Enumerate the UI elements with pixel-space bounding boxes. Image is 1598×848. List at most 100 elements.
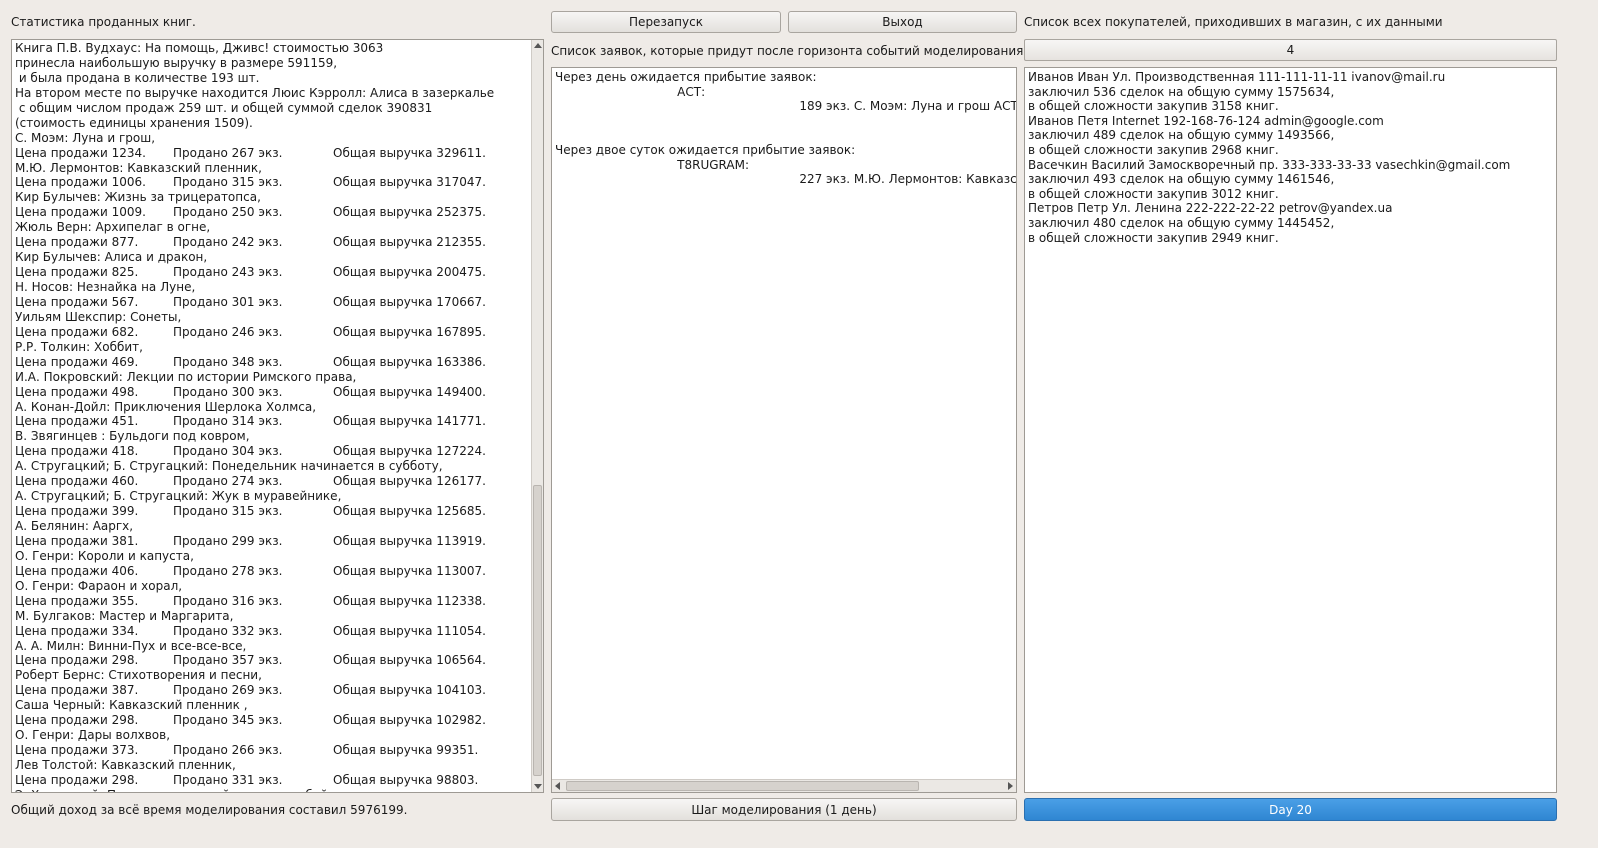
- stats-vertical-scrollbar[interactable]: [531, 40, 543, 792]
- orders-scroll-thumb[interactable]: [566, 781, 919, 791]
- book-title: С. Моэм: Луна и грош,: [15, 130, 156, 145]
- book-revenue: Общая выручка 98803.: [333, 772, 479, 787]
- book-sold: Продано 316 экз.: [173, 593, 283, 608]
- book-title: А. Конан-Дойл: Приключения Шерлока Холмс…: [15, 399, 317, 414]
- book-title: Саша Черный: Кавказский пленник ,: [15, 698, 248, 713]
- book-sold: Продано 315 экз.: [173, 175, 283, 190]
- book-price: Цена продажи 418.: [15, 444, 139, 459]
- book-revenue: Общая выручка 329611.: [333, 145, 486, 160]
- book-price: Цена продажи 825.: [15, 265, 139, 280]
- book-stats-row: Цена продажи 387. Продано 269 экз. Общая в…: [15, 683, 494, 698]
- restart-button[interactable]: Перезапуск: [551, 11, 781, 33]
- scroll-up-icon[interactable]: [534, 43, 542, 48]
- book-sold: Продано 269 экз.: [173, 683, 283, 698]
- book-price: Цена продажи 1006.: [15, 175, 146, 190]
- book-sold: Продано 300 экз.: [173, 384, 283, 399]
- book-price: Цена продажи 298.: [15, 772, 139, 787]
- book-stats-row: Цена продажи 406. Продано 278 экз. Общая в…: [15, 564, 494, 579]
- book-sold: Продано 278 экз.: [173, 563, 283, 578]
- book-title: О. Генри: Дары волхвов,: [15, 728, 171, 743]
- book-stats-row: Цена продажи 1009. Продано 250 экз. Общая …: [15, 205, 494, 220]
- stats-intro-line: с общим числом продаж 259 шт. и общей су…: [15, 100, 433, 115]
- book-price: Цена продажи 381.: [15, 533, 139, 548]
- book-sold: Продано 332 экз.: [173, 623, 283, 638]
- book-sold: Продано 267 экз.: [173, 145, 283, 160]
- exit-button[interactable]: Выход: [788, 11, 1017, 33]
- step-button[interactable]: Шаг моделирования (1 день): [551, 798, 1017, 821]
- book-sold: Продано 301 экз.: [173, 294, 283, 309]
- book-sold: Продано 314 экз.: [173, 414, 283, 429]
- book-revenue: Общая выручка 252375.: [333, 205, 486, 220]
- book-stats-row: Цена продажи 1234. Продано 267 экз. Общая …: [15, 146, 494, 161]
- book-sold: Продано 357 экз.: [173, 653, 283, 668]
- book-stats-row: Цена продажи 334. Продано 332 экз. Общая в…: [15, 624, 494, 639]
- book-price: Цена продажи 334.: [15, 623, 139, 638]
- book-revenue: Общая выручка 99351.: [333, 743, 479, 758]
- stats-last-line: Э. Хемингуэй: Праздник, который всегда с…: [15, 788, 494, 792]
- book-title: М. Булгаков: Мастер и Маргарита,: [15, 608, 234, 623]
- book-title: Роберт Бернс: Стихотворения и песни,: [15, 668, 262, 683]
- book-price: Цена продажи 298.: [15, 713, 139, 728]
- stats-text: Книга П.В. Вудхаус: На помощь, Дживс! ст…: [15, 41, 494, 792]
- book-sold: Продано 246 экз.: [173, 324, 283, 339]
- book-price: Цена продажи 298.: [15, 653, 139, 668]
- book-title: Н. Носов: Незнайка на Луне,: [15, 280, 196, 294]
- book-revenue: Общая выручка 111054.: [333, 623, 486, 638]
- stats-intro-line: и была продана в количестве 193 шт.: [15, 70, 260, 85]
- orders-horizontal-scrollbar[interactable]: [552, 779, 1016, 792]
- book-sold: Продано 299 экз.: [173, 533, 283, 548]
- book-stats-row: Цена продажи 298. Продано 331 экз. Общая в…: [15, 773, 494, 788]
- book-price: Цена продажи 877.: [15, 235, 139, 250]
- stats-intro-line: Книга П.В. Вудхаус: На помощь, Дживс! ст…: [15, 41, 384, 55]
- book-price: Цена продажи 1234.: [15, 145, 146, 160]
- book-price: Цена продажи 387.: [15, 683, 139, 698]
- book-price: Цена продажи 1009.: [15, 205, 146, 220]
- book-revenue: Общая выручка 200475.: [333, 265, 486, 280]
- book-stats-row: Цена продажи 498. Продано 300 экз. Общая в…: [15, 385, 494, 400]
- book-stats-row: Цена продажи 469. Продано 348 экз. Общая в…: [15, 355, 494, 370]
- book-title: В. Звягинцев : Бульдоги под ковром,: [15, 429, 250, 444]
- book-title: И.А. Покровский: Лекции по истории Римск…: [15, 369, 357, 384]
- scroll-left-icon[interactable]: [555, 782, 560, 790]
- book-stats-row: Цена продажи 418. Продано 304 экз. Общая в…: [15, 444, 494, 459]
- scroll-right-icon[interactable]: [1008, 782, 1013, 790]
- book-title: А. Стругацкий; Б. Стругацкий: Понедельни…: [15, 459, 443, 474]
- book-revenue: Общая выручка 163386.: [333, 354, 486, 369]
- book-title: О. Генри: Фараон и хорал,: [15, 578, 183, 593]
- book-revenue: Общая выручка 317047.: [333, 175, 486, 190]
- customer-id-field[interactable]: 4: [1024, 39, 1557, 61]
- stats-text-panel[interactable]: Книга П.В. Вудхаус: На помощь, Дживс! ст…: [11, 39, 544, 793]
- book-revenue: Общая выручка 167895.: [333, 324, 486, 339]
- book-title: Кир Булычев: Жизнь за трицератопса,: [15, 190, 261, 205]
- book-stats-row: Цена продажи 451. Продано 314 экз. Общая в…: [15, 414, 494, 429]
- book-title: Р.Р. Толкин: Хоббит,: [15, 339, 143, 354]
- book-stats-row: Цена продажи 460. Продано 274 экз. Общая в…: [15, 474, 494, 489]
- customers-text-panel[interactable]: Иванов Иван Ул. Производственная 111-111…: [1024, 67, 1557, 793]
- book-title: М.Ю. Лермонтов: Кавказский пленник,: [15, 160, 262, 175]
- book-revenue: Общая выручка 113919.: [333, 533, 486, 548]
- total-income-text: Общий доход за всё время моделирования с…: [11, 803, 408, 817]
- book-price: Цена продажи 399.: [15, 504, 139, 519]
- book-revenue: Общая выручка 127224.: [333, 444, 486, 459]
- book-sold: Продано 345 экз.: [173, 713, 283, 728]
- book-sold: Продано 266 экз.: [173, 743, 283, 758]
- orders-text-panel[interactable]: Через день ожидается прибытие заявок: АС…: [551, 67, 1017, 793]
- stats-scroll-thumb[interactable]: [533, 485, 542, 776]
- book-revenue: Общая выручка 149400.: [333, 384, 486, 399]
- stats-label: Статистика проданных книг.: [11, 15, 196, 29]
- book-title: О. Генри: Короли и капуста,: [15, 548, 194, 563]
- book-price: Цена продажи 460.: [15, 474, 139, 489]
- scroll-down-icon[interactable]: [534, 784, 542, 789]
- customers-text: Иванов Иван Ул. Производственная 111-111…: [1028, 70, 1511, 245]
- book-stats-row: Цена продажи 877. Продано 242 экз. Общая в…: [15, 235, 494, 250]
- book-sold: Продано 315 экз.: [173, 504, 283, 519]
- book-sold: Продано 242 экз.: [173, 235, 283, 250]
- book-revenue: Общая выручка 106564.: [333, 653, 486, 668]
- day-button[interactable]: Day 20: [1024, 798, 1557, 821]
- book-stats-row: Цена продажи 298. Продано 357 экз. Общая в…: [15, 653, 494, 668]
- customers-label: Список всех покупателей, приходивших в м…: [1024, 15, 1443, 29]
- book-revenue: Общая выручка 125685.: [333, 504, 486, 519]
- book-stats-row: Цена продажи 682. Продано 246 экз. Общая в…: [15, 325, 494, 340]
- book-revenue: Общая выручка 104103.: [333, 683, 486, 698]
- book-revenue: Общая выручка 113007.: [333, 563, 486, 578]
